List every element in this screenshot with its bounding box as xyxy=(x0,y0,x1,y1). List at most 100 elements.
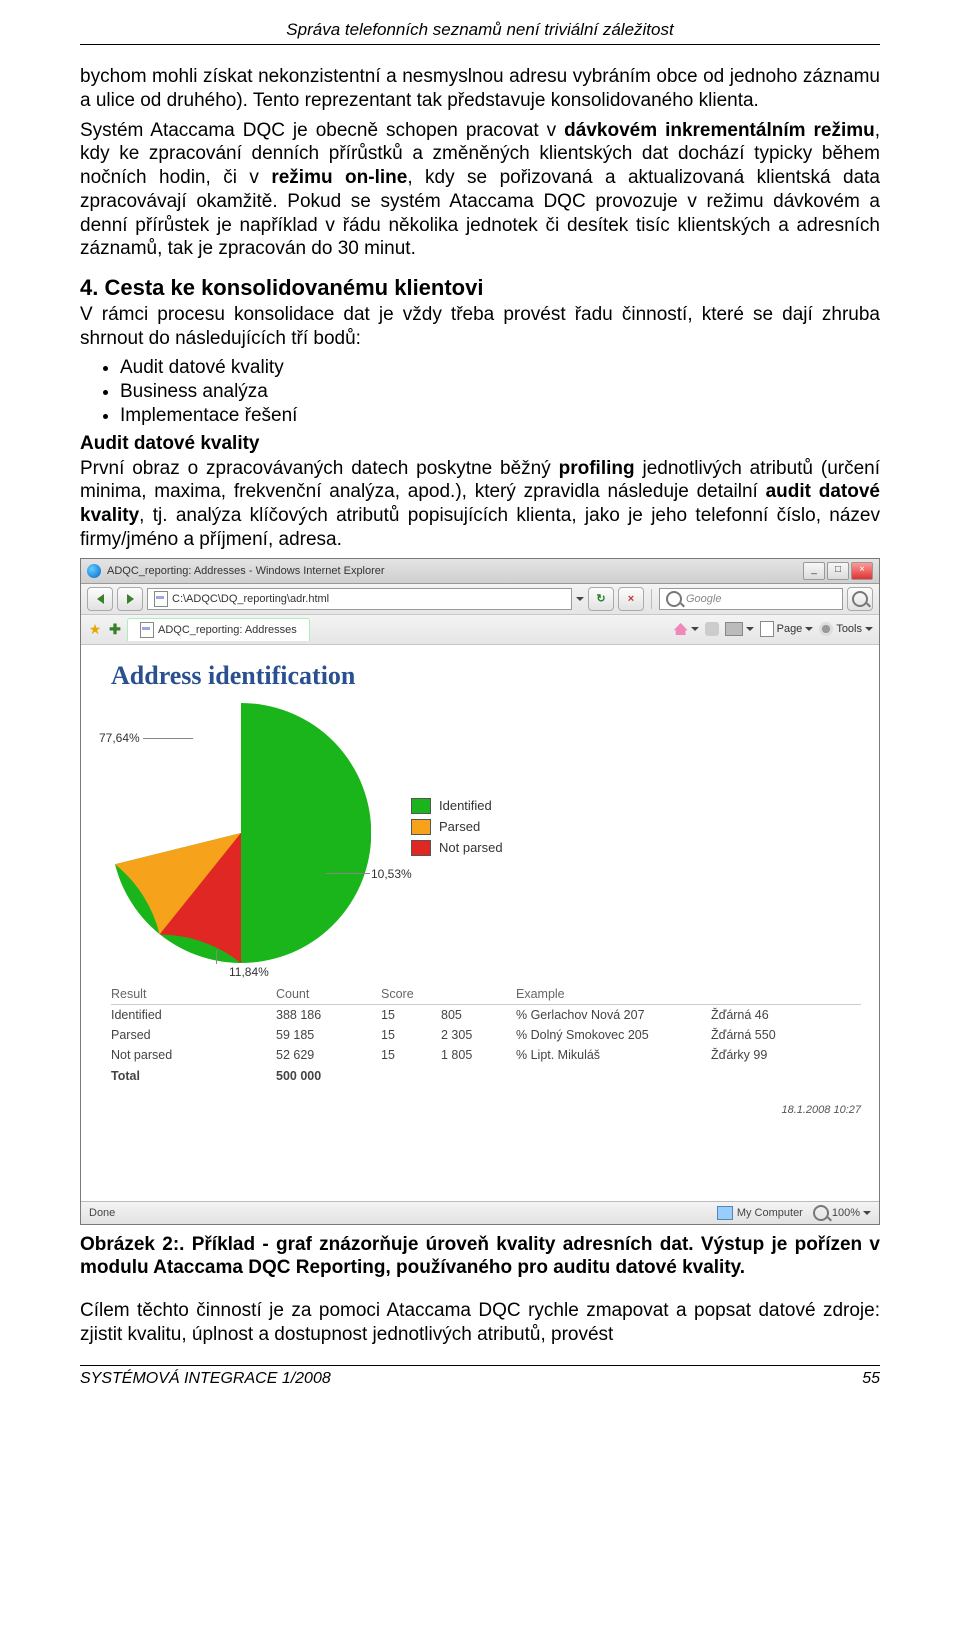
p2-b: dávkovém inkrementálním režimu xyxy=(564,120,875,141)
zoom-value: 100% xyxy=(832,1207,860,1219)
page-menu-button[interactable]: Page xyxy=(760,621,814,637)
cell: Žďárky 99 xyxy=(711,1045,861,1065)
figure-caption: Obrázek 2:. Příklad - graf znázorňuje úr… xyxy=(80,1233,880,1281)
favorites-icon[interactable]: ★ xyxy=(87,621,103,637)
legend-item-notparsed: Not parsed xyxy=(411,840,503,856)
total-label: Total xyxy=(111,1065,276,1086)
nav-bar: C:\ADQC\DQ_reporting\adr.html ↻ × Google xyxy=(81,584,879,615)
bullet-list: Audit datové kvality Business analýza Im… xyxy=(120,357,880,427)
footer-page-number: 55 xyxy=(862,1370,880,1388)
print-icon xyxy=(725,622,743,636)
paragraph-1: bychom mohli získat nekonzistentní a nes… xyxy=(80,65,880,113)
zone-label: My Computer xyxy=(737,1207,803,1219)
swatch-green xyxy=(411,798,431,814)
tab-active[interactable]: ADQC_reporting: Addresses xyxy=(127,618,310,641)
gear-icon xyxy=(819,622,833,636)
ie-icon xyxy=(87,564,101,578)
status-bar: Done My Computer 100% xyxy=(81,1201,879,1224)
zoom-icon xyxy=(813,1205,829,1221)
close-button[interactable]: × xyxy=(851,562,873,580)
chevron-down-icon xyxy=(691,627,699,631)
legend-item-parsed: Parsed xyxy=(411,819,503,835)
address-text: C:\ADQC\DQ_reporting\adr.html xyxy=(172,593,329,605)
tools-menu-button[interactable]: Tools xyxy=(819,622,873,636)
section-4-intro: V rámci procesu konsolidace dat je vždy … xyxy=(80,303,880,351)
audit-paragraph: První obraz o zpracovávaných datech posk… xyxy=(80,457,880,552)
separator xyxy=(651,589,652,609)
col-score: Score xyxy=(381,981,441,1005)
arrow-right-icon xyxy=(127,594,134,604)
cell: Not parsed xyxy=(111,1045,276,1065)
search-go-button[interactable] xyxy=(847,587,873,611)
swatch-red xyxy=(411,840,431,856)
zone-indicator: My Computer xyxy=(717,1206,803,1220)
tab-bar: ★ ✚ ADQC_reporting: Addresses Page Tools xyxy=(81,615,879,645)
audit-e: , tj. analýza klíčových atributů popisuj… xyxy=(80,505,880,550)
search-icon xyxy=(666,591,682,607)
page-header: Správa telefonních seznamů není triviáln… xyxy=(80,20,880,45)
cell: 388 186 xyxy=(276,1004,381,1025)
rss-icon xyxy=(705,622,719,636)
legend-label: Identified xyxy=(439,798,492,813)
title-bar: ADQC_reporting: Addresses - Windows Inte… xyxy=(81,559,879,584)
table-row: Parsed 59 185 15 2 305 % Dolný Smokovec … xyxy=(111,1025,861,1045)
bullet-2: Business analýza xyxy=(120,381,880,403)
refresh-button[interactable]: ↻ xyxy=(588,587,614,611)
section-4-title: 4. Cesta ke konsolidovanému klientovi xyxy=(80,275,880,301)
col-blank xyxy=(441,981,516,1005)
home-button[interactable] xyxy=(674,623,699,635)
cell: 15 xyxy=(381,1025,441,1045)
audit-subhead: Audit datové kvality xyxy=(80,433,880,455)
audit-a: První obraz o zpracovávaných datech posk… xyxy=(80,458,559,479)
cell: 59 185 xyxy=(276,1025,381,1045)
data-table: Result Count Score Example Identified 38… xyxy=(111,981,861,1086)
table-row: Not parsed 52 629 15 1 805 % Lipt. Mikul… xyxy=(111,1045,861,1065)
tab-icon xyxy=(140,622,154,638)
back-button[interactable] xyxy=(87,587,113,611)
tab-title: ADQC_reporting: Addresses xyxy=(158,624,297,636)
swatch-orange xyxy=(411,819,431,835)
cell: 1 805 xyxy=(441,1045,516,1065)
forward-button[interactable] xyxy=(117,587,143,611)
closing-paragraph: Cílem těchto činností je za pomoci Atacc… xyxy=(80,1299,880,1347)
col-result: Result xyxy=(111,981,276,1005)
bullet-1: Audit datové kvality xyxy=(120,357,880,379)
search-go-icon xyxy=(852,591,868,607)
search-box[interactable]: Google xyxy=(659,588,843,610)
col-example: Example xyxy=(516,981,711,1005)
pie-label-notparsed: 10,53% xyxy=(371,867,412,881)
minimize-button[interactable]: _ xyxy=(803,562,825,580)
col-count: Count xyxy=(276,981,381,1005)
stop-button[interactable]: × xyxy=(618,587,644,611)
pie-label-parsed: 11,84% xyxy=(229,965,269,979)
p2-a: Systém Ataccama DQC je obecně schopen pr… xyxy=(80,120,564,141)
leader-line xyxy=(326,873,370,874)
cell: 15 xyxy=(381,1045,441,1065)
chevron-down-icon xyxy=(865,627,873,631)
col-example2 xyxy=(711,981,861,1005)
tools-label: Tools xyxy=(836,623,862,635)
cell: Žďárná 550 xyxy=(711,1025,861,1045)
print-button[interactable] xyxy=(725,622,754,636)
file-icon xyxy=(154,591,168,607)
address-bar[interactable]: C:\ADQC\DQ_reporting\adr.html xyxy=(147,588,572,610)
maximize-button[interactable]: □ xyxy=(827,562,849,580)
pie-overlay xyxy=(111,703,371,963)
cell: 52 629 xyxy=(276,1045,381,1065)
page-footer: SYSTÉMOVÁ INTEGRACE 1/2008 55 xyxy=(80,1365,880,1388)
add-favorite-icon[interactable]: ✚ xyxy=(107,621,123,637)
computer-icon xyxy=(717,1206,733,1220)
feeds-button[interactable] xyxy=(705,622,719,636)
address-dropdown-icon[interactable] xyxy=(576,597,584,601)
legend-item-identified: Identified xyxy=(411,798,503,814)
cell: % Dolný Smokovec 205 xyxy=(516,1025,711,1045)
legend-label: Parsed xyxy=(439,819,480,834)
cell: % Lipt. Mikuláš xyxy=(516,1045,711,1065)
p2-d: režimu on-line xyxy=(271,167,407,188)
pie-chart: 77,64% xyxy=(111,703,371,963)
cell: Parsed xyxy=(111,1025,276,1045)
cell: Žďárná 46 xyxy=(711,1004,861,1025)
leader-line xyxy=(216,950,217,964)
cell: 805 xyxy=(441,1004,516,1025)
zoom-control[interactable]: 100% xyxy=(813,1205,871,1221)
